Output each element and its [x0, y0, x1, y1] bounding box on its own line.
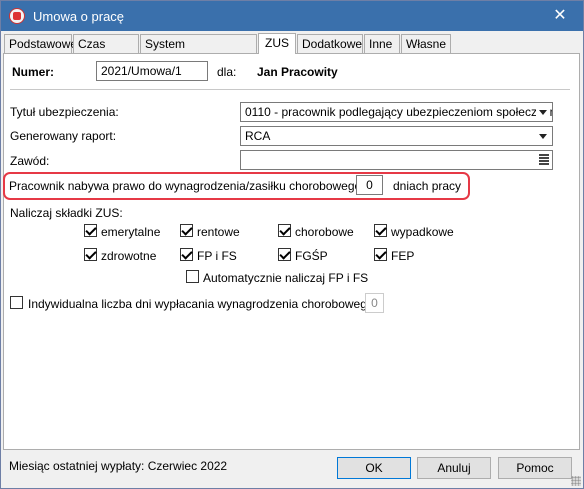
label-fgsp: FGŚP [295, 249, 328, 263]
profession-input[interactable] [240, 150, 553, 170]
tab-podstawowe[interactable]: Podstawowe [4, 34, 77, 53]
last-payment-text: Miesiąc ostatniej wypłaty: Czerwiec 2022 [9, 459, 228, 473]
for-label: dla: [217, 65, 237, 79]
ok-button[interactable]: OK [337, 457, 411, 479]
checkbox-rentowe[interactable] [180, 224, 193, 237]
title-bar[interactable]: Umowa o pracę ✕ [1, 1, 583, 31]
label-fep: FEP [391, 249, 415, 263]
app-icon [9, 8, 25, 24]
tab-zus[interactable]: ZUS [258, 33, 296, 54]
cancel-button[interactable]: Anuluj [417, 457, 491, 479]
number-label: Numer: [12, 65, 55, 79]
report-label: Generowany raport: [10, 129, 117, 143]
checkbox-wypadkowe[interactable] [374, 224, 387, 237]
checkbox-chorobowe[interactable] [278, 224, 291, 237]
individual-days-input[interactable]: 0 [365, 293, 384, 313]
label-rentowe: rentowe [197, 225, 240, 239]
insurance-title-label: Tytuł ubezpieczenia: [10, 105, 119, 119]
close-icon[interactable]: ✕ [537, 1, 583, 31]
tab-wlasne[interactable]: Własne [401, 34, 451, 53]
tab-inne[interactable]: Inne [364, 34, 400, 53]
label-fp-fs: FP i FS [197, 249, 237, 263]
dialog-window: Umowa o pracę ✕ Podstawowe Czas pracy Sy… [0, 0, 584, 489]
number-input[interactable]: 2021/Umowa/1 [96, 61, 208, 81]
checkbox-fp-fs[interactable] [180, 248, 193, 261]
label-auto-fp-fs: Automatycznie naliczaj FP i FS [203, 271, 369, 285]
resize-grip-icon[interactable] [571, 476, 581, 486]
tab-system-wynagrodzen[interactable]: System wynagrodzeń [140, 34, 257, 69]
chevron-down-icon[interactable] [536, 129, 550, 143]
label-wypadkowe: wypadkowe [391, 225, 454, 239]
help-button[interactable]: Pomoc [498, 457, 572, 479]
label-chorobowe: chorobowe [295, 225, 354, 239]
checkbox-fep[interactable] [374, 248, 387, 261]
tab-czas-pracy[interactable]: Czas pracy [73, 34, 139, 69]
label-emerytalne: emerytalne [101, 225, 161, 239]
tab-dodatkowe[interactable]: Dodatkowe [297, 34, 363, 53]
checkbox-zdrowotne[interactable] [84, 248, 97, 261]
label-zdrowotne: zdrowotne [101, 249, 157, 263]
insurance-title-value: 0110 - pracownik podlegający ubezpieczen… [245, 105, 553, 119]
report-select[interactable]: RCA [240, 126, 553, 146]
checkbox-emerytalne[interactable] [84, 224, 97, 237]
sick-days-suffix: dniach pracy [393, 179, 462, 193]
employee-name: Jan Pracowity [257, 65, 338, 79]
checkbox-individual-days[interactable] [10, 296, 23, 309]
tab-panel: Numer: 2021/Umowa/1 dla: Jan Pracowity T… [3, 53, 580, 450]
checkbox-auto-fp-fs[interactable] [186, 270, 199, 283]
profession-label: Zawód: [10, 154, 50, 168]
label-individual-days: Indywidualna liczba dni wypłacania wynag… [28, 297, 377, 311]
zus-label: Naliczaj składki ZUS: [10, 206, 123, 220]
sick-pay-label: Pracownik nabywa prawo do wynagrodzenia/… [9, 179, 378, 193]
sick-days-input[interactable]: 0 [356, 175, 383, 195]
insurance-title-select[interactable]: 0110 - pracownik podlegający ubezpieczen… [240, 102, 553, 122]
list-icon[interactable] [539, 154, 549, 166]
checkbox-fgsp[interactable] [278, 248, 291, 261]
chevron-down-icon[interactable] [536, 105, 550, 119]
window-title: Umowa o pracę [33, 9, 125, 24]
separator [10, 89, 570, 90]
report-value: RCA [245, 129, 271, 143]
